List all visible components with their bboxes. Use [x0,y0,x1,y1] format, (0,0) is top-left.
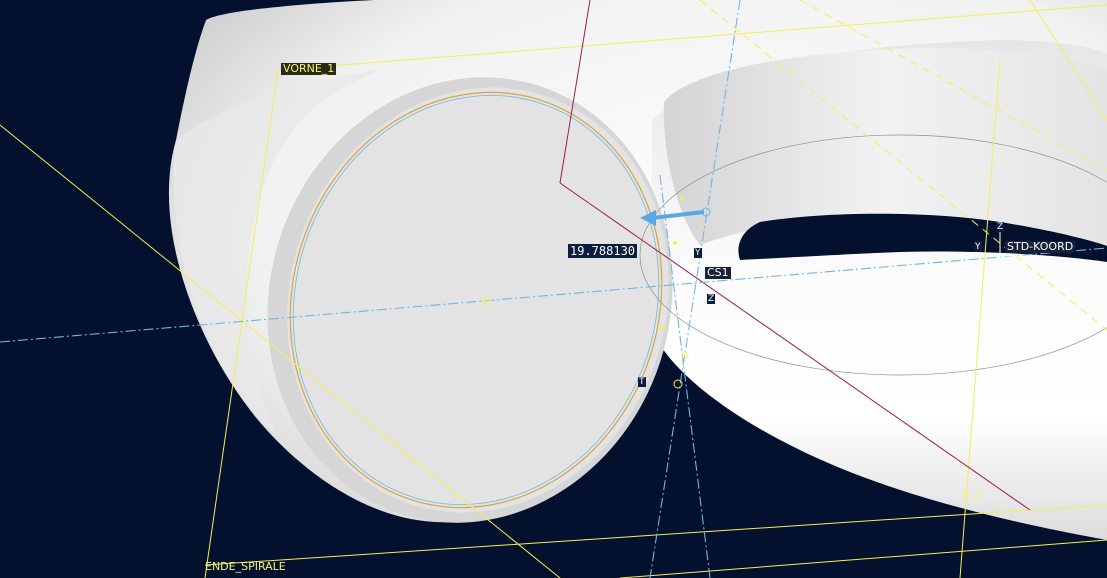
csys-label-std-koord[interactable]: STD-KOORD [1005,241,1076,253]
cad-3d-viewport[interactable]: VORNE_1 ENDE_SPIRALE A_1 19.788130 CS1 S… [0,0,1107,578]
sketch-label-t: T [638,377,646,387]
axis-label-cs1-z: Z [707,294,716,304]
model-scene[interactable] [0,0,1107,578]
axis-label-std-y: Y [974,242,982,252]
datum-plane-label-ende-spirale[interactable]: ENDE_SPIRALE [203,561,288,573]
axis-label-std-z: Z [996,222,1005,232]
csys-label-cs1[interactable]: CS1 [705,267,731,279]
datum-plane-label-a1[interactable]: A_1 [960,488,984,500]
datum-plane-label-vorne[interactable]: VORNE_1 [281,63,337,75]
axis-label-cs1-y: Y [694,248,702,258]
dimension-value[interactable]: 19.788130 [568,244,638,258]
